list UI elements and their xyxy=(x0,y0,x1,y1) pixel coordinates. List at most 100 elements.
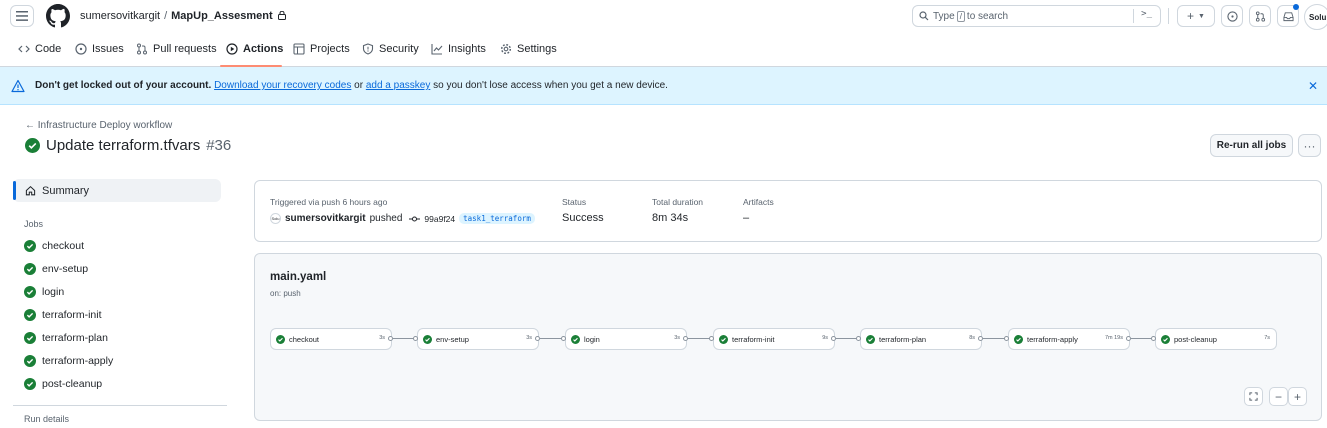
avatar[interactable]: Solu xyxy=(1304,4,1327,30)
graph-job-duration: 7s xyxy=(1264,335,1270,341)
sidebar-job-login[interactable]: login xyxy=(24,286,64,298)
success-check-icon xyxy=(866,334,875,344)
tab-settings-label: Settings xyxy=(517,43,557,55)
pull-requests-button[interactable] xyxy=(1249,5,1271,27)
add-passkey-link[interactable]: add a passkey xyxy=(366,80,431,91)
graph-job-duration: 9s xyxy=(822,335,828,341)
run-details-heading: Run details xyxy=(24,414,70,424)
graph-connector xyxy=(393,338,414,339)
tab-security[interactable]: Security xyxy=(362,43,419,55)
graph-job-node-env-setup[interactable]: env-setup 3s xyxy=(417,328,539,350)
tab-actions[interactable]: Actions xyxy=(226,43,283,55)
status-label: Status xyxy=(562,197,587,207)
sidebar-job-terraform-plan[interactable]: terraform-plan xyxy=(24,332,108,344)
rerun-all-jobs-button[interactable]: Re-run all jobs xyxy=(1210,134,1293,157)
job-label: env-setup xyxy=(42,263,89,275)
tab-issues[interactable]: Issues xyxy=(75,43,124,55)
zoom-in-button[interactable]: + xyxy=(1288,387,1307,406)
sidebar-job-terraform-init[interactable]: terraform-init xyxy=(24,309,102,321)
artifacts-label: Artifacts xyxy=(743,197,774,207)
actor-link[interactable]: sumersovitkargit xyxy=(285,213,366,224)
workflow-graph: main.yaml on: push checkout 3s env-setup… xyxy=(254,253,1322,421)
tab-code[interactable]: Code xyxy=(18,43,61,55)
zoom-out-button[interactable]: − xyxy=(1269,387,1288,406)
graph-connector-dot xyxy=(561,336,566,341)
tab-issues-label: Issues xyxy=(92,43,124,55)
tab-insights[interactable]: Insights xyxy=(431,43,486,55)
graph-connector-dot xyxy=(413,336,418,341)
graph-connector xyxy=(836,338,857,339)
duration-label: Total duration xyxy=(652,197,704,207)
tab-pull-requests-label: Pull requests xyxy=(153,43,217,55)
sidebar-job-checkout[interactable]: checkout xyxy=(24,240,84,252)
graph-job-duration: 8s xyxy=(969,335,975,341)
graph-job-node-terraform-plan[interactable]: terraform-plan 8s xyxy=(860,328,982,350)
github-logo-icon[interactable] xyxy=(46,4,70,28)
back-to-workflow-link[interactable]: ← Infrastructure Deploy workflow xyxy=(25,120,172,131)
job-label: post-cleanup xyxy=(42,378,103,390)
graph-job-node-terraform-apply[interactable]: terraform-apply 7m 19s xyxy=(1008,328,1130,350)
header-divider xyxy=(1168,8,1169,24)
trigger-text: Triggered via push 6 hours ago xyxy=(270,197,388,207)
graph-job-node-checkout[interactable]: checkout 3s xyxy=(270,328,392,350)
sidebar-job-post-cleanup[interactable]: post-cleanup xyxy=(24,378,102,390)
plus-icon: + xyxy=(1293,389,1301,404)
close-icon[interactable]: ✕ xyxy=(1308,79,1318,93)
sidebar-item-summary[interactable]: Summary xyxy=(13,179,221,202)
sidebar-job-terraform-apply[interactable]: terraform-apply xyxy=(24,355,113,367)
issue-opened-icon xyxy=(1226,10,1238,22)
graph-job-name: terraform-plan xyxy=(879,334,927,344)
tab-security-label: Security xyxy=(379,43,419,55)
menu-button[interactable] xyxy=(10,5,34,27)
graph-job-name: login xyxy=(584,334,600,344)
tab-projects[interactable]: Projects xyxy=(293,43,350,55)
graph-job-node-terraform-init[interactable]: terraform-init 9s xyxy=(713,328,835,350)
tab-pull-requests[interactable]: Pull requests xyxy=(136,43,217,55)
arrow-left-icon: ← xyxy=(25,120,35,131)
repo-name-link[interactable]: MapUp_Assesment xyxy=(171,10,272,22)
success-check-icon xyxy=(24,286,36,298)
success-check-icon xyxy=(24,355,36,367)
kebab-horizontal-icon[interactable]: ··· xyxy=(1298,134,1321,157)
breadcrumb-separator: / xyxy=(164,10,168,22)
issue-icon xyxy=(75,43,87,55)
run-number: #36 xyxy=(206,137,232,154)
status-value: Success xyxy=(562,212,604,224)
avatar[interactable]: Solu xyxy=(270,213,281,224)
workflow-name-label: Infrastructure Deploy workflow xyxy=(37,120,173,131)
screen-full-icon xyxy=(1249,392,1258,401)
graph-connector xyxy=(983,338,1005,339)
graph-icon xyxy=(431,44,443,55)
repo-nav-tabs: Code Issues Pull requests Actions Projec… xyxy=(0,34,1327,67)
search-input[interactable]: Type / to search >_ xyxy=(912,5,1161,27)
tab-insights-label: Insights xyxy=(448,43,486,55)
code-icon xyxy=(18,45,30,53)
banner-tail-text: so you don't lose access when you get a … xyxy=(433,80,668,91)
recovery-codes-link[interactable]: Download your recovery codes xyxy=(214,80,351,91)
commit-sha-link[interactable]: 99a9f24 xyxy=(424,214,455,224)
job-label: terraform-init xyxy=(42,309,102,321)
job-label: login xyxy=(42,286,65,298)
graph-connector xyxy=(540,338,562,339)
command-palette-icon[interactable]: >_ xyxy=(1141,9,1152,19)
graph-job-duration: 3s xyxy=(526,335,532,341)
workflow-file-name[interactable]: main.yaml xyxy=(270,271,326,283)
branch-label[interactable]: task1_terraform xyxy=(459,213,535,224)
repo-owner-link[interactable]: sumersovitkargit xyxy=(80,10,160,22)
search-shortcut-key: / xyxy=(956,10,965,22)
sidebar-divider xyxy=(13,405,227,406)
lock-icon xyxy=(277,10,286,20)
global-header: sumersovitkargit / MapUp_Assesment Type / … xyxy=(0,0,1327,34)
issues-button[interactable] xyxy=(1221,5,1243,27)
fullscreen-button[interactable] xyxy=(1244,387,1263,406)
play-icon xyxy=(226,43,238,55)
success-check-icon xyxy=(24,263,36,275)
sidebar-job-env-setup[interactable]: env-setup xyxy=(24,263,88,275)
create-new-button[interactable]: + ▼ xyxy=(1177,5,1215,27)
artifacts-value: – xyxy=(743,212,750,224)
graph-job-node-login[interactable]: login 3s xyxy=(565,328,687,350)
inbox-icon xyxy=(1282,11,1294,21)
success-check-icon xyxy=(719,334,728,344)
tab-settings[interactable]: Settings xyxy=(500,43,557,55)
graph-job-node-post-cleanup[interactable]: post-cleanup 7s xyxy=(1155,328,1277,350)
